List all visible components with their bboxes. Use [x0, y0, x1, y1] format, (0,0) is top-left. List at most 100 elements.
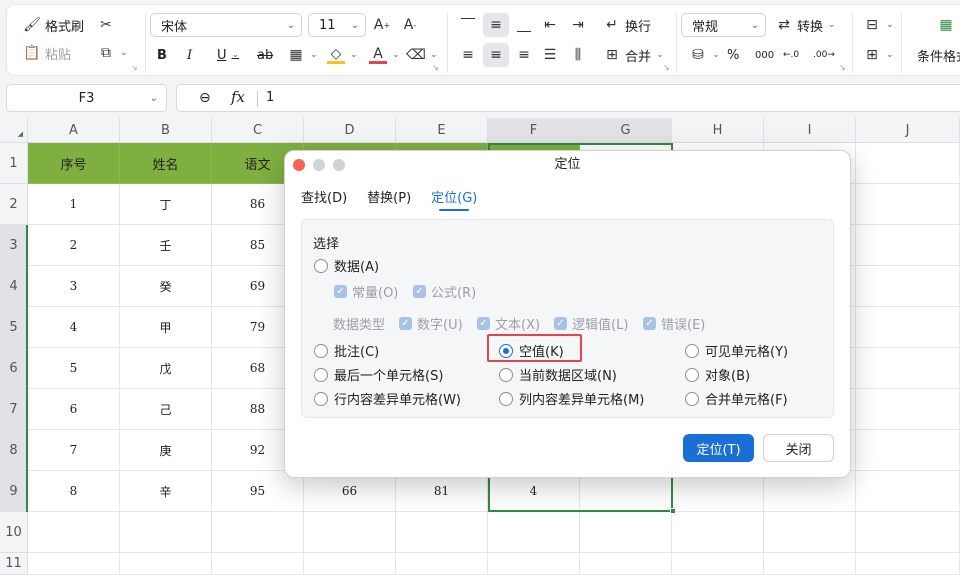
- row-header-9[interactable]: 9: [0, 471, 28, 512]
- cell-b9[interactable]: 辛: [120, 471, 212, 512]
- increase-indent-button[interactable]: ⇥: [569, 13, 587, 37]
- column-header-c[interactable]: C: [212, 118, 304, 143]
- distribute-button[interactable]: ⫼: [569, 43, 587, 67]
- cell-a4[interactable]: 3: [28, 266, 120, 307]
- cell-a11[interactable]: [28, 553, 120, 575]
- cell-i11[interactable]: [764, 553, 856, 575]
- row-header-11[interactable]: 11: [0, 553, 28, 575]
- group-expand-icon[interactable]: ↘: [663, 63, 670, 72]
- thousands-button[interactable]: 000: [755, 43, 774, 67]
- fill-color-button[interactable]: ◇ ⌄: [327, 43, 358, 67]
- cell-b8[interactable]: 庚: [120, 430, 212, 471]
- align-bottom-button[interactable]: ⎽: [515, 13, 533, 37]
- goto-ok-button[interactable]: 定位(T): [683, 434, 754, 462]
- row-header-4[interactable]: 4: [0, 266, 28, 307]
- radio-objects[interactable]: 对象(B): [685, 365, 750, 384]
- column-header-e[interactable]: E: [396, 118, 488, 143]
- cell-b7[interactable]: 己: [120, 389, 212, 430]
- row-header-7[interactable]: 7: [0, 389, 28, 430]
- cell-b10[interactable]: [120, 512, 212, 553]
- row-header-2[interactable]: 2: [0, 184, 28, 225]
- checkbox-text[interactable]: ✓ 文本(X): [477, 314, 540, 333]
- cell-h10[interactable]: [672, 512, 764, 553]
- tab-find[interactable]: 查找(D): [301, 187, 347, 211]
- cell-j8[interactable]: [856, 430, 960, 471]
- row-col-button[interactable]: ⊟ ⌄: [863, 13, 893, 37]
- column-header-d[interactable]: D: [304, 118, 396, 143]
- name-box[interactable]: F3 ⌄: [6, 84, 167, 112]
- row-header-1[interactable]: 1: [0, 143, 28, 184]
- cell-a8[interactable]: 7: [28, 430, 120, 471]
- decrease-font-button[interactable]: A-: [401, 13, 419, 37]
- cell-a2[interactable]: 1: [28, 184, 120, 225]
- convert-button[interactable]: ⇄ 转换 ⌄: [775, 13, 835, 37]
- font-color-button[interactable]: A ⌄: [369, 43, 400, 67]
- cell-j11[interactable]: [856, 553, 960, 575]
- align-top-button[interactable]: ⎺: [459, 13, 477, 37]
- cell-a1[interactable]: 序号: [28, 143, 120, 184]
- checkbox-constants[interactable]: ✓ 常量(O): [334, 282, 398, 301]
- increase-decimal-button[interactable]: ←.0: [783, 43, 799, 67]
- font-size-select[interactable]: 11 ⌄: [308, 13, 366, 37]
- increase-font-button[interactable]: A +: [373, 13, 391, 37]
- cell-g10[interactable]: [580, 512, 672, 553]
- radio-data[interactable]: 数据(A): [314, 256, 379, 275]
- cell-a9[interactable]: 8: [28, 471, 120, 512]
- cell-a6[interactable]: 5: [28, 348, 120, 389]
- cell-b2[interactable]: 丁: [120, 184, 212, 225]
- formula-input[interactable]: ⊖ fx 1: [176, 84, 960, 112]
- checkbox-number[interactable]: ✓ 数字(U): [399, 314, 463, 333]
- column-header-f[interactable]: F: [488, 118, 580, 143]
- cell-d11[interactable]: [304, 553, 396, 575]
- cell-j1[interactable]: [856, 143, 960, 184]
- justify-button[interactable]: ☰: [541, 43, 559, 67]
- group-expand-icon[interactable]: ↘: [432, 63, 439, 72]
- fx-icon[interactable]: fx: [231, 88, 245, 106]
- checkbox-error[interactable]: ✓ 错误(E): [643, 314, 705, 333]
- cell-h11[interactable]: [672, 553, 764, 575]
- column-header-a[interactable]: A: [28, 118, 120, 143]
- border-button[interactable]: ▦ ⌄: [287, 43, 317, 67]
- merge-button[interactable]: ⊞ 合并 ⌄: [603, 43, 663, 67]
- cell-j7[interactable]: [856, 389, 960, 430]
- row-header-6[interactable]: 6: [0, 348, 28, 389]
- cell-c11[interactable]: [212, 553, 304, 575]
- select-all-corner[interactable]: ◢: [0, 118, 28, 143]
- checkbox-logical[interactable]: ✓ 逻辑值(L): [554, 314, 628, 333]
- radio-merged-cells[interactable]: 合并单元格(F): [685, 389, 788, 408]
- align-right-button[interactable]: ≡: [515, 43, 533, 67]
- cell-a5[interactable]: 4: [28, 307, 120, 348]
- cell-a10[interactable]: [28, 512, 120, 553]
- close-dialog-button[interactable]: 关闭: [763, 434, 834, 462]
- cell-f11[interactable]: [488, 553, 580, 575]
- zoom-icon[interactable]: ⊖: [199, 90, 211, 106]
- cell-g11[interactable]: [580, 553, 672, 575]
- formula-value[interactable]: 1: [266, 90, 274, 105]
- cell-d10[interactable]: [304, 512, 396, 553]
- group-expand-icon[interactable]: ↘: [131, 63, 138, 72]
- group-expand-icon[interactable]: ↘: [839, 63, 846, 72]
- radio-visible-cells[interactable]: 可见单元格(Y): [685, 341, 788, 360]
- tab-goto[interactable]: 定位(G): [431, 187, 477, 211]
- cell-j5[interactable]: [856, 307, 960, 348]
- column-header-b[interactable]: B: [120, 118, 212, 143]
- number-format-select[interactable]: 常规 ⌄: [681, 13, 766, 37]
- row-header-10[interactable]: 10: [0, 512, 28, 553]
- row-header-5[interactable]: 5: [0, 307, 28, 348]
- cell-c10[interactable]: [212, 512, 304, 553]
- worksheet-button[interactable]: ⊞ ⌄: [863, 43, 893, 67]
- column-header-g[interactable]: G: [580, 118, 672, 143]
- tab-replace[interactable]: 替换(P): [367, 187, 411, 211]
- cell-j4[interactable]: [856, 266, 960, 307]
- cell-b3[interactable]: 壬: [120, 225, 212, 266]
- wrap-text-button[interactable]: ↵ 换行: [603, 13, 651, 37]
- strikethrough-button[interactable]: ab: [257, 43, 273, 67]
- align-center-button[interactable]: ≡: [483, 43, 509, 67]
- cell-j10[interactable]: [856, 512, 960, 553]
- align-middle-button[interactable]: ≡: [483, 13, 509, 37]
- align-left-button[interactable]: ≡: [459, 43, 477, 67]
- italic-button[interactable]: I: [187, 43, 192, 67]
- cell-b6[interactable]: 戊: [120, 348, 212, 389]
- decrease-decimal-button[interactable]: .00→: [813, 43, 835, 67]
- cell-j2[interactable]: [856, 184, 960, 225]
